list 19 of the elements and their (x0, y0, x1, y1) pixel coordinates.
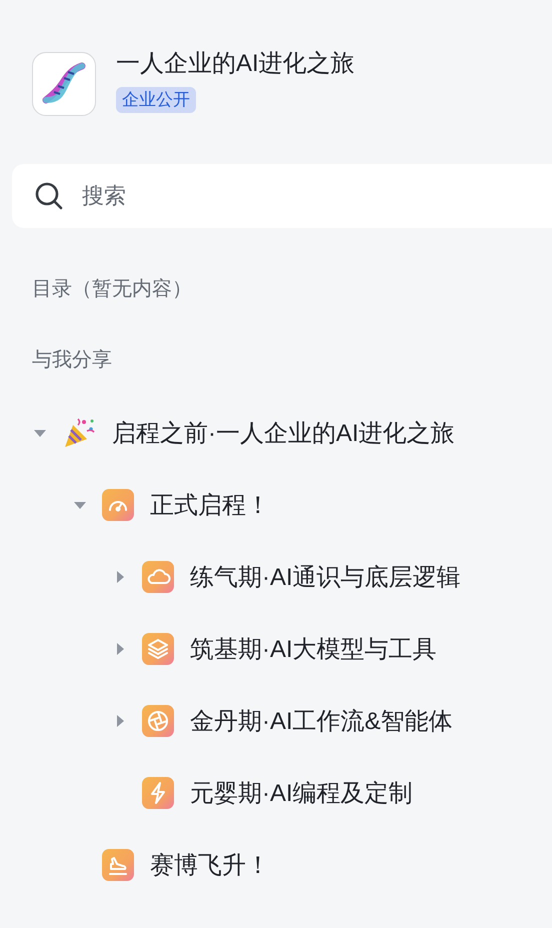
layers-icon (142, 633, 174, 665)
tree-item[interactable]: 正式启程！ (150, 489, 270, 521)
tree-item[interactable]: 筑基期·AI大模型与工具 (190, 633, 437, 665)
cloud-icon (142, 561, 174, 593)
party-popper-icon (62, 416, 96, 450)
search-field[interactable]: 搜索 (12, 164, 552, 228)
lightning-icon (142, 777, 174, 809)
wiki-title: 一人企业的AI进化之旅 (116, 49, 355, 79)
aperture-icon (142, 705, 174, 737)
tree-item[interactable]: 练气期·AI通识与底层逻辑 (190, 561, 461, 593)
visibility-tag: 企业公开 (116, 87, 196, 113)
tree-item[interactable]: 赛博飞升！ (150, 849, 270, 881)
tree-item[interactable]: 启程之前·一人企业的AI进化之旅 (112, 417, 455, 449)
gauge-icon (102, 489, 134, 521)
search-icon (34, 181, 64, 211)
shared-heading: 与我分享 (32, 348, 112, 373)
toc-heading: 目录（暂无内容） (32, 277, 192, 302)
tree-item[interactable]: 元婴期·AI编程及定制 (190, 777, 413, 809)
tree-item[interactable]: 金丹期·AI工作流&智能体 (190, 705, 453, 737)
